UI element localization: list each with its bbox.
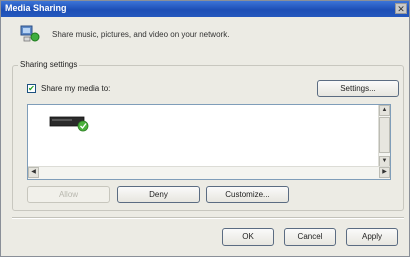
- vertical-scroll-thumb[interactable]: [379, 117, 390, 153]
- ok-button[interactable]: OK: [222, 228, 274, 246]
- share-media-checkbox[interactable]: ✔: [27, 84, 36, 93]
- horizontal-scrollbar[interactable]: ◀ ▶: [28, 166, 390, 179]
- sharing-settings-legend: Sharing settings: [18, 60, 80, 69]
- scroll-up-icon[interactable]: ▲: [379, 105, 390, 116]
- header-description: Share music, pictures, and video on your…: [52, 30, 230, 39]
- close-icon[interactable]: ✕: [395, 3, 407, 14]
- allow-button[interactable]: Allow: [27, 186, 110, 203]
- scroll-left-icon[interactable]: ◀: [28, 167, 39, 178]
- footer-separator: [12, 217, 404, 219]
- customize-button[interactable]: Customize...: [206, 186, 289, 203]
- media-device-icon: [49, 116, 89, 132]
- share-media-label[interactable]: Share my media to:: [41, 84, 110, 93]
- window-title: Media Sharing: [5, 3, 67, 13]
- title-bar: Media Sharing ✕: [1, 1, 409, 17]
- cancel-button[interactable]: Cancel: [284, 228, 336, 246]
- scroll-right-icon[interactable]: ▶: [379, 167, 390, 178]
- media-sharing-icon: [20, 25, 40, 42]
- list-item[interactable]: [48, 111, 90, 133]
- settings-button[interactable]: Settings...: [317, 80, 399, 97]
- deny-button[interactable]: Deny: [117, 186, 200, 203]
- device-list[interactable]: ▲ ▼ ◀ ▶: [27, 104, 391, 180]
- vertical-scrollbar[interactable]: ▲ ▼: [378, 105, 390, 167]
- apply-button[interactable]: Apply: [346, 228, 398, 246]
